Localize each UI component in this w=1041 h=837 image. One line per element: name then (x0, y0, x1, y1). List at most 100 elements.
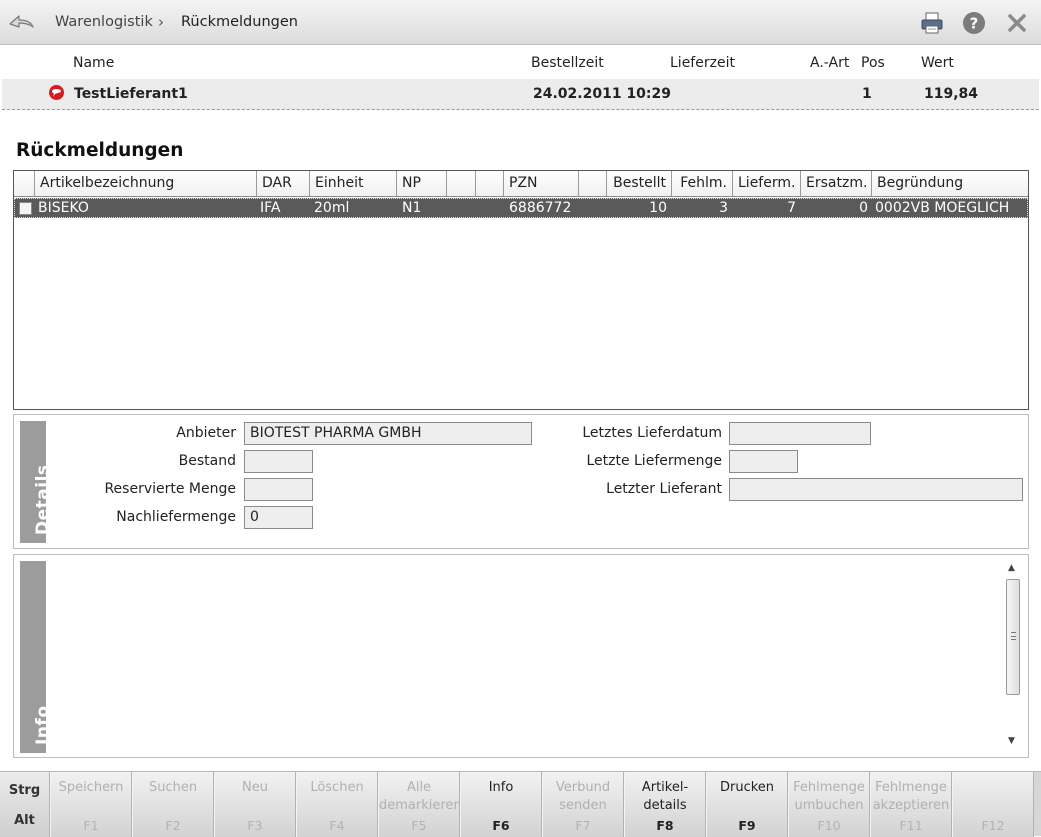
fkey-shortcut: F5 (411, 818, 427, 833)
column-header-lieferzeit: Lieferzeit (670, 55, 735, 71)
fkey-f5-button[interactable]: Alle demarkieren F5 (378, 772, 462, 837)
details-tab[interactable]: Details (20, 421, 53, 543)
fkey-label: Fehlmenge umbuchen (793, 780, 865, 813)
column-header-artikel[interactable]: Artikelbezeichnung (35, 171, 257, 196)
column-header-empty-2[interactable] (476, 171, 504, 196)
scroll-down-icon[interactable]: ▼ (1008, 736, 1015, 746)
letzter-lieferant-label: Letzter Lieferant (606, 481, 722, 497)
cell-fehlm: 3 (719, 200, 728, 216)
fkey-shortcut: F12 (981, 818, 1005, 833)
fkey-label: Info (488, 780, 514, 795)
rueckmeldungen-table: Artikelbezeichnung DAR Einheit NP PZN Be… (13, 170, 1029, 410)
fkey-label: Verbund senden (555, 780, 611, 813)
column-header-aart: A.-Art (810, 55, 850, 71)
row-checkbox[interactable] (19, 202, 32, 215)
fkey-f8-button[interactable]: Artikel-details F8 (624, 772, 706, 837)
fkey-label: Neu (242, 780, 268, 795)
fkey-label: Fehlmenge akzeptieren (872, 780, 950, 813)
fkey-shortcut: F2 (165, 818, 181, 833)
anbieter-label: Anbieter (176, 425, 236, 441)
fkey-f6-button[interactable]: Info F6 (460, 772, 542, 837)
fkey-f4-button[interactable]: Löschen F4 (296, 772, 378, 837)
column-header-lieferm[interactable]: Lieferm. (733, 171, 801, 196)
fkey-f1-button[interactable]: Speichern F1 (50, 772, 132, 837)
cell-bestellt: 10 (649, 200, 667, 216)
fkey-f2-button[interactable]: Suchen F2 (132, 772, 214, 837)
table-row[interactable]: BISEKO IFA 20ml N1 6886772 10 3 7 0 0002… (14, 198, 1028, 218)
column-header-bestellzeit: Bestellzeit (531, 55, 604, 71)
column-header-fehlm[interactable]: Fehlm. (672, 171, 733, 196)
fkey-label: Suchen (148, 780, 198, 795)
fkey-shortcut: F10 (817, 818, 841, 833)
printer-icon[interactable] (920, 11, 944, 35)
info-tab[interactable]: Info (20, 561, 53, 753)
column-header-pos: Pos (861, 55, 885, 71)
details-panel: Details Anbieter BIOTEST PHARMA GMBH Bes… (13, 414, 1029, 549)
supplier-status-icon (49, 85, 64, 100)
letzter-lieferant-field (729, 478, 1023, 501)
letztes-lieferdatum-label: Letztes Lieferdatum (582, 425, 722, 441)
title-bar: Warenlogistik › Rückmeldungen ? (0, 0, 1041, 45)
letzte-liefermenge-label: Letzte Liefermenge (586, 453, 722, 469)
order-pos: 1 (862, 86, 872, 102)
fkey-label: Alle demarkieren (379, 780, 462, 813)
order-bestellzeit: 24.02.2011 10:29 (533, 86, 672, 102)
letzte-liefermenge-field (729, 450, 798, 473)
column-header-begruendung[interactable]: Begründung (872, 171, 1028, 196)
column-header-pzn[interactable]: PZN (504, 171, 579, 196)
close-icon[interactable] (1005, 11, 1029, 35)
fkey-shortcut: F11 (899, 818, 923, 833)
cell-pzn: 6886772 (509, 200, 572, 216)
fkey-shortcut: F6 (492, 818, 510, 833)
anbieter-field: BIOTEST PHARMA GMBH (244, 422, 532, 445)
fkey-f11-button[interactable]: Fehlmenge akzeptieren F11 (870, 772, 952, 837)
cell-ersatzm: 0 (859, 200, 868, 216)
breadcrumb-separator: › (158, 13, 164, 31)
cell-begruendung: 0002VB MOEGLICH (875, 200, 1010, 216)
breadcrumb-current: Rückmeldungen (181, 14, 298, 30)
info-panel: Info (13, 554, 1029, 758)
reservierte-menge-field (244, 478, 313, 501)
scroll-up-icon[interactable]: ▲ (1008, 563, 1015, 573)
column-header-empty-1[interactable] (447, 171, 476, 196)
column-header-wert: Wert (921, 55, 954, 71)
cell-artikel: BISEKO (38, 200, 89, 216)
info-scrollbar[interactable]: ▲ ▼ (1005, 562, 1021, 750)
nachliefermenge-field: 0 (244, 506, 313, 529)
cell-np: N1 (402, 200, 422, 216)
table-header: Artikelbezeichnung DAR Einheit NP PZN Be… (14, 171, 1028, 197)
fkey-f9-button[interactable]: Drucken F9 (706, 772, 788, 837)
fkey-label: Löschen (310, 780, 364, 795)
help-icon[interactable]: ? (962, 11, 986, 35)
scrollbar-thumb[interactable] (1006, 579, 1020, 695)
cell-einheit: 20ml (314, 200, 350, 216)
fkey-shortcut: F7 (575, 818, 591, 833)
column-header-dar[interactable]: DAR (257, 171, 310, 196)
fkey-f10-button[interactable]: Fehlmenge umbuchen F10 (788, 772, 870, 837)
fkey-shortcut: F8 (656, 818, 674, 833)
order-supplier-name: TestLieferant1 (74, 86, 188, 102)
fkey-label: Drucken (719, 780, 775, 795)
column-header-name: Name (73, 55, 115, 71)
alt-modifier[interactable]: Alt (0, 813, 49, 828)
fkey-f7-button[interactable]: Verbund senden F7 (542, 772, 624, 837)
breadcrumb-parent[interactable]: Warenlogistik (55, 14, 153, 30)
back-arrow-icon[interactable] (6, 10, 36, 34)
fkey-f12-button[interactable]: F12 (952, 772, 1034, 837)
column-header-select (14, 171, 35, 196)
strg-modifier[interactable]: Strg (0, 783, 49, 798)
svg-text:?: ? (970, 15, 979, 33)
column-header-einheit[interactable]: Einheit (310, 171, 397, 196)
cell-lieferm: 7 (787, 200, 796, 216)
fkey-f3-button[interactable]: Neu F3 (214, 772, 296, 837)
fkey-label: Artikel-details (641, 780, 689, 813)
fkey-label: Speichern (58, 780, 124, 795)
column-header-ersatzm[interactable]: Ersatzm. (801, 171, 872, 196)
letztes-lieferdatum-field (729, 422, 871, 445)
nachliefermenge-label: Nachliefermenge (116, 509, 236, 525)
reservierte-menge-label: Reservierte Menge (104, 481, 236, 497)
column-header-np[interactable]: NP (397, 171, 447, 196)
column-header-bestellt[interactable]: Bestellt (607, 171, 672, 196)
column-header-empty-3[interactable] (579, 171, 607, 196)
order-row[interactable]: TestLieferant1 24.02.2011 10:29 1 119,84 (2, 79, 1039, 110)
